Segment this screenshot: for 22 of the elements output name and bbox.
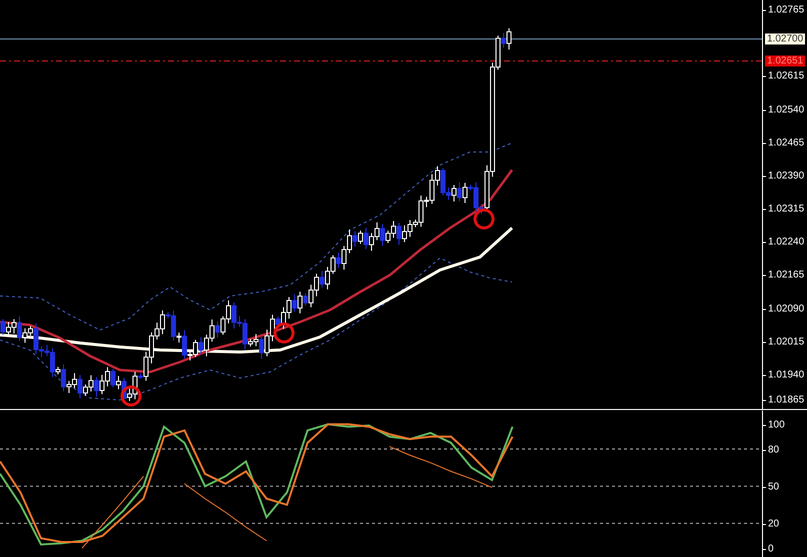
oscillator-label: 50: [768, 482, 780, 493]
price-tag: 1.02651: [765, 56, 806, 66]
price-label: 1.02390: [768, 170, 804, 182]
price-label: 1.02615: [768, 70, 804, 82]
price-label: 1.01865: [768, 394, 804, 406]
oscillator-label: 80: [768, 444, 780, 456]
marker-circle: [474, 208, 494, 230]
price-label: 1.02465: [768, 137, 804, 148]
price-label: 1.02540: [768, 104, 804, 115]
oscillator-label: 0: [768, 544, 774, 555]
marker-circle: [274, 322, 294, 344]
oscillator-label: 20: [768, 518, 780, 530]
price-label: 1.02165: [768, 270, 804, 281]
marker-circle: [120, 386, 142, 406]
price-label: 1.01940: [768, 369, 804, 380]
price-label: 1.02240: [768, 236, 804, 248]
price-label: 1.02765: [768, 4, 804, 16]
price-label: 1.02315: [768, 204, 804, 215]
oscillator-label: 100: [768, 420, 785, 431]
price-label: 1.02090: [768, 303, 804, 314]
price-tag: 1.02700: [765, 34, 806, 44]
price-label: 1.02015: [768, 336, 804, 348]
